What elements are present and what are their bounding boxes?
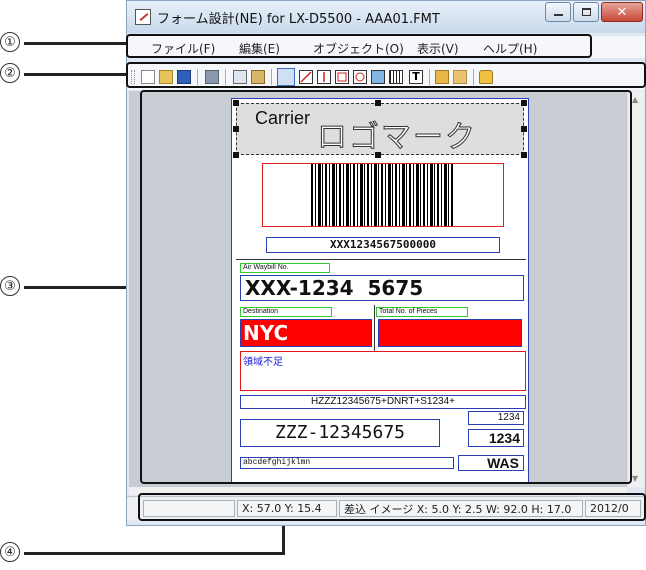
app-icon [135,9,151,25]
callout-1-line [24,42,128,45]
callout-2: ② [0,63,20,83]
callout-3-line [24,286,142,289]
maximize-button[interactable] [573,2,599,22]
scroll-down-icon[interactable]: ▼ [632,474,638,483]
callout-4-frame [138,493,646,521]
callout-1: ① [0,32,20,52]
callout-3: ③ [0,276,20,296]
callout-2-frame [126,62,646,88]
callout-4: ④ [0,542,20,562]
close-button[interactable]: ✕ [601,2,643,22]
minimize-icon [553,14,563,16]
callout-3-frame [140,90,632,484]
scroll-up-icon[interactable]: ▲ [632,95,638,104]
callout-1-frame [126,34,592,58]
callout-4-line [24,552,284,555]
minimize-button[interactable] [545,2,571,22]
title-bar[interactable]: フォーム設計(NE) for LX-D5500 - AAA01.FMT ✕ [127,1,645,33]
maximize-icon [581,8,591,16]
callout-2-line [24,73,128,76]
annotated-screenshot: ① ② ③ ④ フォーム設計(NE) for LX-D5500 - AAA01.… [0,0,646,570]
window-title: フォーム設計(NE) for LX-D5500 - AAA01.FMT [157,12,440,27]
close-icon: ✕ [616,4,628,20]
